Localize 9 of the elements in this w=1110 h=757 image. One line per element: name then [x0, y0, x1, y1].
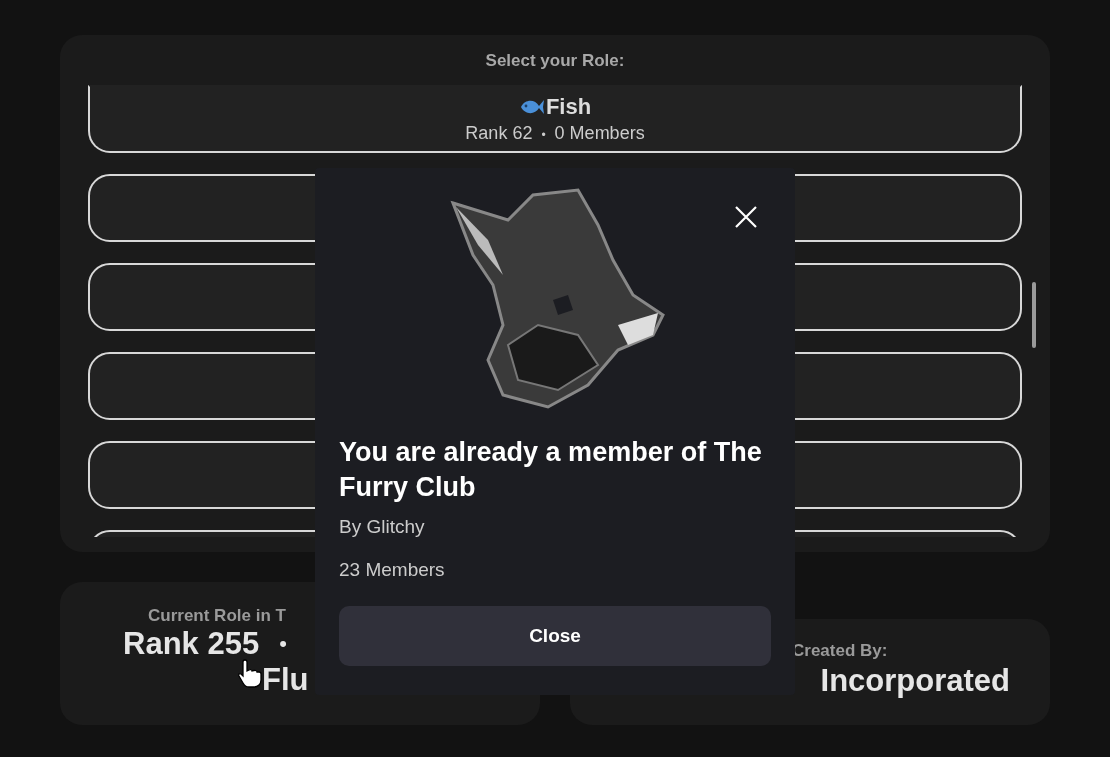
owner-text: By Glitchy	[339, 516, 426, 538]
rank-text: Rank 255	[123, 626, 260, 662]
creator-name: Incorporated	[820, 663, 1010, 699]
member-count: 23 Members	[339, 559, 446, 581]
separator-text: •	[279, 631, 287, 657]
dialog-title: You are already a member of The Furry Club	[339, 436, 763, 504]
card-label: Current Role in T	[148, 606, 287, 626]
panel-title: Select your Role:	[484, 51, 626, 71]
role-name: Flu	[262, 662, 309, 698]
